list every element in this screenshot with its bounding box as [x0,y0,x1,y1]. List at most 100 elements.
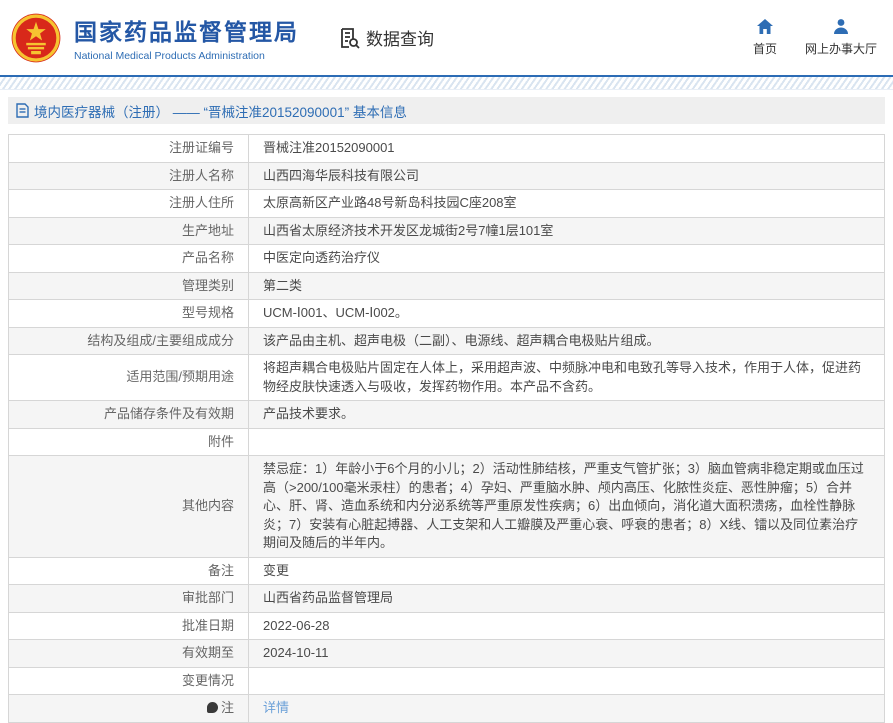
row-value [249,428,885,456]
row-label: 型号规格 [9,300,249,328]
row-label: 管理类别 [9,272,249,300]
row-value: 2024-10-11 [249,640,885,668]
row-value-text: 将超声耦合电极贴片固定在人体上，采用超声波、中频脉冲电和电致孔等导入技术，作用于… [263,360,861,394]
row-label: 其他内容 [9,456,249,558]
row-label: 产品名称 [9,245,249,273]
table-row: 型号规格 UCM-Ⅰ001、UCM-Ⅰ002。 [9,300,885,328]
row-value: 该产品由主机、超声电极（二副）、电源线、超声耦合电极贴片组成。 [249,327,885,355]
table-row: 注册人名称 山西四海华辰科技有限公司 [9,162,885,190]
home-icon [756,18,774,36]
row-label: 产品储存条件及有效期 [9,401,249,429]
row-value: 山西四海华辰科技有限公司 [249,162,885,190]
row-label-text: 附件 [208,434,234,449]
row-label-text: 型号规格 [182,305,234,320]
table-row: 变更情况 [9,667,885,695]
row-label: 生产地址 [9,217,249,245]
table-row: 生产地址 山西省太原经济技术开发区龙城街2号7幢1层101室 [9,217,885,245]
registration-info-table: 注册证编号 晋械注准20152090001 注册人名称 山西四海华辰科技有限公司注册人… [8,134,885,723]
row-value-text: 该产品由主机、超声电极（二副）、电源线、超声耦合电极贴片组成。 [263,333,660,348]
user-icon [832,18,850,36]
row-value-text: 山西省药品监督管理局 [263,590,393,605]
row-label: 备注 [9,557,249,585]
org-name-en: National Medical Products Administration [74,50,299,62]
hatch-band [0,77,893,90]
row-label-text: 生产地址 [182,223,234,238]
row-label-text: 批准日期 [182,618,234,633]
row-label-text: 注册人名称 [169,168,234,183]
row-label-text: 产品名称 [182,250,234,265]
nav-home-label: 首页 [753,40,777,57]
row-value-text: 变更 [263,563,289,578]
table-row: 产品储存条件及有效期产品技术要求。 [9,401,885,429]
row-label: 适用范围/预期用途 [9,355,249,401]
row-value-text: 第二类 [263,278,302,293]
data-query-tab[interactable]: 数据查询 [337,25,434,50]
table-row: 产品名称中医定向透药治疗仪 [9,245,885,273]
site-header: 国家药品监督管理局 National Medical Products Admi… [0,0,893,75]
row-label-text: 适用范围/预期用途 [126,369,234,384]
table-row: 注 详情 [9,695,885,723]
nav-service-hall-label: 网上办事大厅 [805,40,877,57]
row-label: 有效期至 [9,640,249,668]
org-name-zh: 国家药品监督管理局 [74,13,299,47]
row-value-text: 2024-10-11 [263,645,329,660]
nav-home[interactable]: 首页 [753,18,777,57]
row-value-text: 禁忌症：1）年龄小于6个月的小儿；2）活动性肺结核，严重支气管扩张；3）脑血管病… [263,461,864,550]
row-value-text: 2022-06-28 [263,618,330,633]
row-label-text: 审批部门 [182,590,234,605]
table-row: 结构及组成/主要组成成分该产品由主机、超声电极（二副）、电源线、超声耦合电极贴片… [9,327,885,355]
row-label: 审批部门 [9,585,249,613]
row-value: 详情 [249,695,885,723]
row-value-text: 产品技术要求。 [263,406,354,421]
note-icon [207,702,218,713]
table-row: 注册证编号 晋械注准20152090001 [9,135,885,163]
table-row: 附件 [9,428,885,456]
row-value-text: 晋械注准20152090001 [263,140,395,155]
row-value: 产品技术要求。 [249,401,885,429]
row-value-text: 太原高新区产业路48号新岛科技园C座208室 [263,195,517,210]
row-label-text: 备注 [208,563,234,578]
nav-service-hall[interactable]: 网上办事大厅 [805,18,877,57]
row-label-text: 有效期至 [182,645,234,660]
row-value: 山西省太原经济技术开发区龙城街2号7幢1层101室 [249,217,885,245]
row-value: 中医定向透药治疗仪 [249,245,885,273]
row-label: 附件 [9,428,249,456]
row-value: 将超声耦合电极贴片固定在人体上，采用超声波、中频脉冲电和电致孔等导入技术，作用于… [249,355,885,401]
row-label-text: 注册证编号 [169,140,234,155]
row-value: 山西省药品监督管理局 [249,585,885,613]
table-row: 备注 变更 [9,557,885,585]
row-label: 注册人住所 [9,190,249,218]
row-label: 结构及组成/主要组成成分 [9,327,249,355]
breadcrumb-text: 境内医疗器械（注册） —— “晋械注准20152090001” 基本信息 [34,101,407,121]
row-label: 注册证编号 [9,135,249,163]
row-value: 禁忌症：1）年龄小于6个月的小儿；2）活动性肺结核，严重支气管扩张；3）脑血管病… [249,456,885,558]
detail-link[interactable]: 详情 [263,700,289,715]
header-nav: 首页 网上办事大厅 [753,18,877,57]
row-label: 注 [9,695,249,723]
row-value-text: UCM-Ⅰ001、UCM-Ⅰ002。 [263,305,408,320]
row-label-text: 注 [221,700,234,715]
document-icon [16,103,29,118]
row-value: UCM-Ⅰ001、UCM-Ⅰ002。 [249,300,885,328]
row-label: 注册人名称 [9,162,249,190]
row-value: 太原高新区产业路48号新岛科技园C座208室 [249,190,885,218]
table-row: 适用范围/预期用途 将超声耦合电极贴片固定在人体上，采用超声波、中频脉冲电和电致孔… [9,355,885,401]
row-value-text: 山西省太原经济技术开发区龙城街2号7幢1层101室 [263,223,553,238]
table-row: 其他内容 禁忌症：1）年龄小于6个月的小儿；2）活动性肺结核，严重支气管扩张；3）… [9,456,885,558]
row-value: 晋械注准20152090001 [249,135,885,163]
site-logo[interactable]: 国家药品监督管理局 National Medical Products Admi… [10,12,299,64]
data-query-label: 数据查询 [366,25,434,50]
table-row: 有效期至 2024-10-11 [9,640,885,668]
table-row: 审批部门 山西省药品监督管理局 [9,585,885,613]
row-value: 第二类 [249,272,885,300]
table-row: 批准日期 2022-06-28 [9,612,885,640]
row-label-text: 变更情况 [182,673,234,688]
row-value: 变更 [249,557,885,585]
row-value-text: 山西四海华辰科技有限公司 [263,168,419,183]
document-search-icon [337,26,361,50]
row-value [249,667,885,695]
table-row: 管理类别 第二类 [9,272,885,300]
row-label-text: 管理类别 [182,278,234,293]
breadcrumb: 境内医疗器械（注册） —— “晋械注准20152090001” 基本信息 [8,97,885,124]
row-label-text: 其他内容 [182,498,234,513]
